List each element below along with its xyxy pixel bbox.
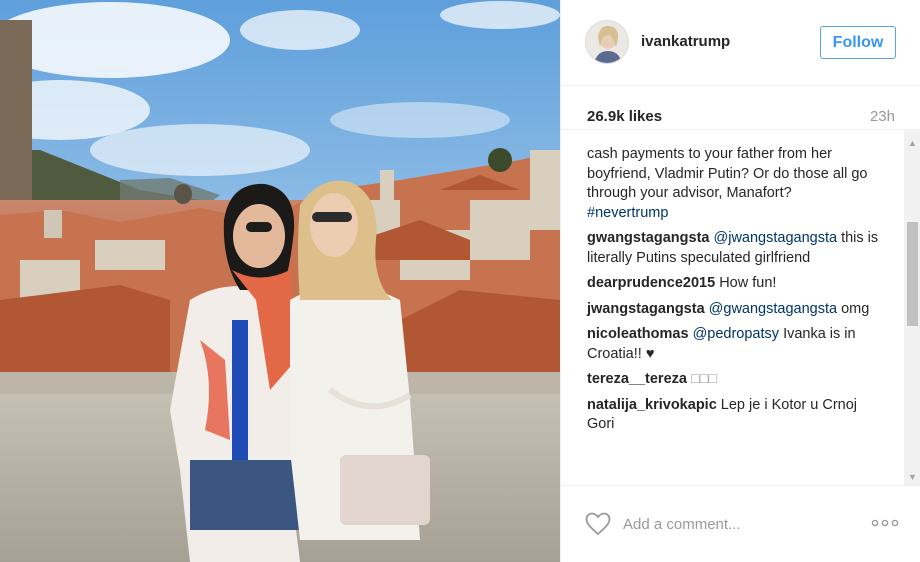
chevron-down-icon[interactable]: ▼ <box>904 469 920 485</box>
comments-section: cash payments to your father from her bo… <box>561 130 920 486</box>
comment-text: cash payments to your father from her bo… <box>587 146 868 201</box>
likes-count[interactable]: 26.9k likes <box>587 108 662 125</box>
heart-icon[interactable] <box>585 512 611 536</box>
comments-scrollbar[interactable]: ▲ ▼ <box>904 130 920 485</box>
more-options-icon[interactable] <box>871 518 899 528</box>
post-stats: 26.9k likes 23h <box>561 86 920 130</box>
comment-item: natalija_krivokapic Lep je i Kotor u Crn… <box>587 396 881 435</box>
post-header: ivankatrump Follow <box>561 0 920 86</box>
avatar[interactable] <box>585 20 629 64</box>
comment-item: gwangstagangsta @jwangstagangsta this is… <box>587 229 881 268</box>
post-author-username[interactable]: ivankatrump <box>641 33 730 50</box>
comment-username[interactable]: gwangstagangsta <box>587 230 709 246</box>
comment-text: How fun! <box>719 275 777 291</box>
comment-item: jwangstagangsta @gwangstagangsta omg <box>587 300 881 320</box>
comment-item: nicoleathomas @pedropatsy Ivanka is in C… <box>587 325 881 364</box>
comment-item: tereza__tereza □□□ <box>587 370 881 390</box>
comment-username[interactable]: natalija_krivokapic <box>587 397 717 413</box>
post-timestamp[interactable]: 23h <box>870 108 895 125</box>
comment-mention[interactable]: @gwangstagangsta <box>709 301 837 317</box>
comment-item: cash payments to your father from her bo… <box>587 145 881 223</box>
comment-username[interactable]: dearprudence2015 <box>587 275 715 291</box>
comment-username[interactable]: jwangstagangsta <box>587 301 705 317</box>
hashtag-link[interactable]: #nevertrump <box>587 205 668 221</box>
post-details-panel: ivankatrump Follow 26.9k likes 23h cash … <box>560 0 920 562</box>
comment-text: omg <box>841 300 870 317</box>
post-photo[interactable] <box>0 0 560 562</box>
comment-text: □□□ <box>691 371 718 387</box>
post-photo-image <box>0 0 560 562</box>
add-comment-bar <box>561 486 920 562</box>
comment-list: cash payments to your father from her bo… <box>587 145 881 441</box>
comment-username[interactable]: tereza__tereza <box>587 371 687 387</box>
follow-button[interactable]: Follow <box>820 26 896 59</box>
comment-mention[interactable]: @jwangstagangsta <box>714 230 838 246</box>
comment-item: dearprudence2015 How fun! <box>587 274 881 294</box>
comment-input[interactable] <box>623 513 843 535</box>
scrollbar-thumb[interactable] <box>907 222 918 326</box>
comment-mention[interactable]: @pedropatsy <box>693 326 779 342</box>
comment-username[interactable]: nicoleathomas <box>587 326 689 342</box>
chevron-up-icon[interactable]: ▲ <box>904 135 920 152</box>
